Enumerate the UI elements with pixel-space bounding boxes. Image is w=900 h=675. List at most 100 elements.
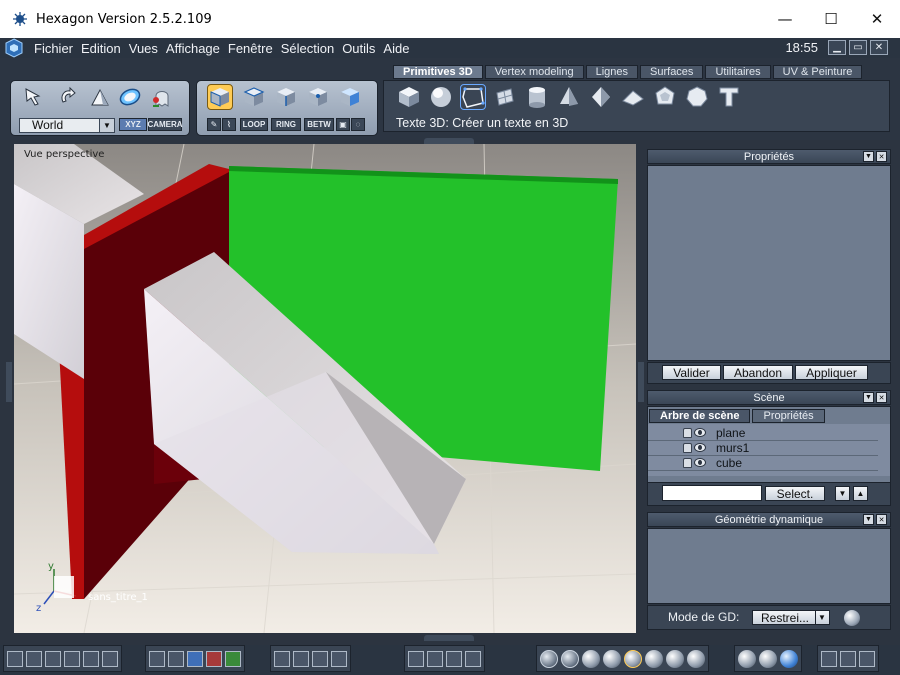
wedge-primitive-icon[interactable] <box>620 84 646 110</box>
scroll-down-icon[interactable]: ▼ <box>835 486 850 501</box>
select-button[interactable]: Select. <box>765 486 825 501</box>
eye-view-icon[interactable] <box>331 650 347 667</box>
camera-toggle-button[interactable]: CAMERA <box>147 118 183 131</box>
left-panel-handle[interactable] <box>6 362 12 402</box>
pan-view-icon[interactable] <box>293 650 309 667</box>
auto-mode-cube-icon[interactable] <box>337 84 363 110</box>
walk-icon[interactable] <box>427 650 443 667</box>
render-settings-icon[interactable] <box>859 650 875 667</box>
scene-collapse-icon[interactable]: ▼ <box>863 392 874 403</box>
layout-quad-icon[interactable] <box>26 650 42 667</box>
viewport-bottom-handle[interactable] <box>424 635 474 641</box>
xyz-toggle-button[interactable]: XYZ <box>119 118 147 131</box>
cone-primitive-icon[interactable] <box>556 84 582 110</box>
edge-mode-cube-icon[interactable] <box>273 84 299 110</box>
menu-fichier[interactable]: Fichier <box>30 41 77 56</box>
3d-viewport[interactable]: y z sans_titre_1 Vue perspective <box>14 144 636 633</box>
app-restore-button[interactable]: ▭ <box>849 40 867 55</box>
select-arrow-icon[interactable] <box>21 84 47 110</box>
menu-edition[interactable]: Edition <box>77 41 125 56</box>
smooth-sphere-icon[interactable] <box>603 649 621 668</box>
light-three-icon[interactable] <box>780 649 798 668</box>
lock-icon[interactable] <box>683 443 692 453</box>
menu-outils[interactable]: Outils <box>338 41 379 56</box>
render-sphere-icon[interactable] <box>666 649 684 668</box>
eye-icon[interactable] <box>694 428 706 437</box>
preview-sphere-icon[interactable] <box>687 649 705 668</box>
orbit-icon[interactable] <box>408 650 424 667</box>
tab-vertex-modeling[interactable]: Vertex modeling <box>484 65 584 79</box>
layout-vertical-icon[interactable] <box>102 650 118 667</box>
tab-scene-properties[interactable]: Propriétés <box>752 409 825 423</box>
abandon-button[interactable]: Abandon <box>723 365 793 380</box>
text-3d-primitive-icon[interactable] <box>460 84 486 110</box>
grid-view-icon[interactable] <box>149 650 165 667</box>
properties-collapse-icon[interactable]: ▼ <box>863 151 874 162</box>
app-minimize-button[interactable]: ▁ <box>828 40 846 55</box>
face-mode-cube-icon[interactable] <box>241 84 267 110</box>
dyn-geometry-close-icon[interactable]: ✕ <box>876 514 887 525</box>
tab-primitives-3d[interactable]: Primitives 3D <box>393 65 483 79</box>
uv-view-icon[interactable] <box>206 650 222 667</box>
grow-select-icon[interactable]: ▣ <box>336 118 350 131</box>
ring-select-button[interactable]: RING <box>271 118 301 131</box>
between-select-button[interactable]: BETW <box>304 118 334 131</box>
pyramid-primitive-icon[interactable] <box>588 84 614 110</box>
hidden-line-sphere-icon[interactable] <box>561 649 579 668</box>
loop-select-button[interactable]: LOOP <box>240 118 268 131</box>
validate-button[interactable]: Valider <box>662 365 721 380</box>
eye-icon[interactable] <box>694 458 706 467</box>
scene-tree-row[interactable]: cube <box>648 456 878 471</box>
texture-view-icon[interactable] <box>187 650 203 667</box>
fly-icon[interactable] <box>446 650 462 667</box>
fit-view-icon[interactable] <box>274 650 290 667</box>
scene-close-icon[interactable]: ✕ <box>876 392 887 403</box>
gd-sphere-icon[interactable] <box>844 610 860 626</box>
camera-box-icon[interactable] <box>465 650 481 667</box>
dodecahedron-primitive-icon[interactable] <box>652 84 678 110</box>
zoom-view-icon[interactable] <box>312 650 328 667</box>
paint-view-icon[interactable] <box>225 650 241 667</box>
tab-utilitaires[interactable]: Utilitaires <box>705 65 771 79</box>
ghost-tool-icon[interactable] <box>149 84 175 110</box>
right-panel-handle[interactable] <box>638 362 644 402</box>
sphere-primitive-icon[interactable] <box>428 84 454 110</box>
tab-uv-peinture[interactable]: UV & Peinture <box>772 65 863 79</box>
menu-aide[interactable]: Aide <box>379 41 413 56</box>
app-close-button[interactable]: ✕ <box>870 40 888 55</box>
lasso-select-icon[interactable]: ⌇ <box>222 118 236 131</box>
lock-icon[interactable] <box>683 458 692 468</box>
eye-icon[interactable] <box>694 443 706 452</box>
dyn-geometry-collapse-icon[interactable]: ▼ <box>863 514 874 525</box>
close-button[interactable]: ✕ <box>854 0 900 38</box>
menu-affichage[interactable]: Affichage <box>162 41 224 56</box>
scene-tree-row[interactable]: plane <box>648 426 878 441</box>
lit-sphere-icon[interactable] <box>645 649 663 668</box>
vertex-mode-cube-icon[interactable] <box>305 84 331 110</box>
menu-fenetre[interactable]: Fenêtre <box>224 41 277 56</box>
scene-filter-input[interactable] <box>662 485 762 501</box>
gd-mode-select[interactable]: Restrei... ▼ <box>752 610 830 625</box>
lock-icon[interactable] <box>683 428 692 438</box>
light-one-icon[interactable] <box>738 649 756 668</box>
light-two-icon[interactable] <box>759 649 777 668</box>
tab-surfaces[interactable]: Surfaces <box>640 65 704 79</box>
wireframe-sphere-icon[interactable] <box>540 649 558 668</box>
maximize-button[interactable]: ☐ <box>808 0 854 38</box>
shrink-select-icon[interactable]: ◌ <box>351 118 365 131</box>
layout-triple-icon[interactable] <box>64 650 80 667</box>
menu-selection[interactable]: Sélection <box>277 41 338 56</box>
layout-single-icon[interactable] <box>7 650 23 667</box>
minimize-button[interactable]: — <box>762 0 808 38</box>
layout-split-icon[interactable] <box>45 650 61 667</box>
render-icon[interactable] <box>821 650 837 667</box>
coordinate-system-select[interactable]: World ▼ <box>19 118 115 133</box>
flat-sphere-icon[interactable] <box>582 649 600 668</box>
textured-sphere-icon[interactable] <box>624 649 642 668</box>
cylinder-primitive-icon[interactable] <box>524 84 550 110</box>
rotate-arrow-icon[interactable] <box>55 84 81 110</box>
scene-tree-row[interactable]: murs1 <box>648 441 878 456</box>
universal-manipulator-icon[interactable] <box>117 84 143 110</box>
object-mode-cube-icon[interactable] <box>207 84 233 110</box>
layout-four-h-icon[interactable] <box>83 650 99 667</box>
